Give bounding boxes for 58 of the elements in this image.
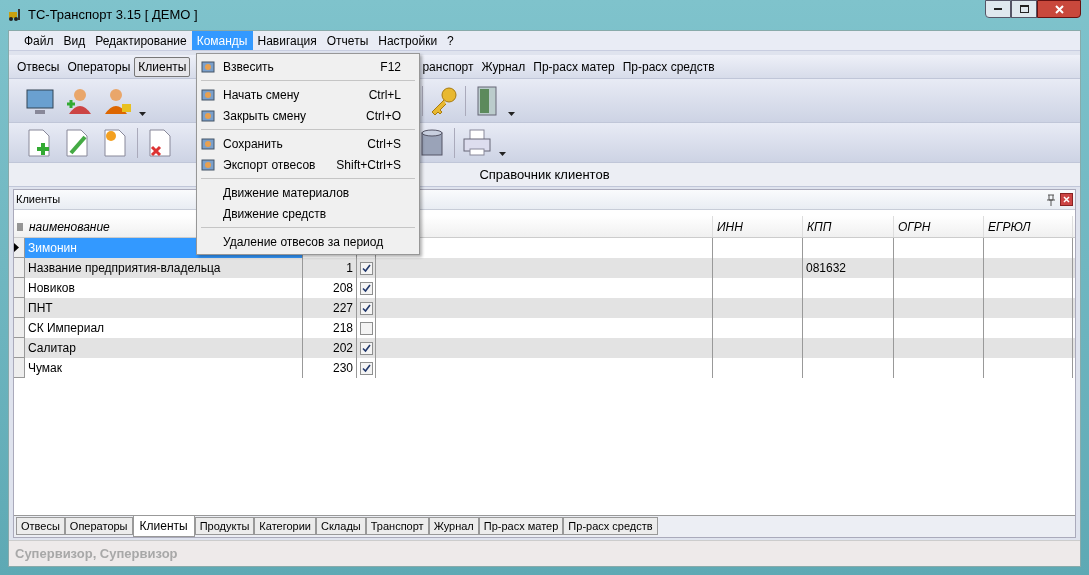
bottom-tab[interactable]: Продукты: [194, 517, 255, 535]
bottom-tab[interactable]: Отвесы: [16, 517, 65, 535]
status-text: Супервизор, Супервизор: [15, 544, 178, 563]
bottom-tab[interactable]: Пр-расх средств: [563, 517, 658, 535]
toolbar-tab[interactable]: Пр-расх матер: [529, 56, 619, 77]
column-header[interactable]: КПП: [803, 216, 894, 237]
menu-item[interactable]: Настройки: [373, 31, 443, 50]
checkbox[interactable]: [359, 321, 373, 335]
bottom-tab[interactable]: Клиенты: [132, 516, 195, 537]
bottom-tab[interactable]: Журнал: [428, 517, 479, 535]
menu-entry[interactable]: Сохранить Ctrl+S: [197, 133, 419, 154]
minimize-button[interactable]: [985, 0, 1011, 18]
menu-item[interactable]: Вид: [58, 31, 91, 50]
checkbox[interactable]: [359, 301, 373, 315]
checkbox[interactable]: [359, 341, 373, 355]
menu-item[interactable]: Файл: [19, 31, 59, 50]
panel-title: Клиенты: [16, 192, 61, 208]
close-icon[interactable]: [1060, 193, 1073, 206]
menu-item[interactable]: Редактирование: [90, 31, 192, 50]
menu-entry[interactable]: Начать смену Ctrl+L: [197, 84, 419, 105]
menu-entry[interactable]: Взвесить F12: [197, 56, 419, 77]
menu-entry[interactable]: Закрыть смену Ctrl+O: [197, 105, 419, 126]
bottom-tab[interactable]: Операторы: [64, 517, 133, 535]
row-header[interactable]: [14, 238, 25, 258]
column-header[interactable]: ОГРН: [894, 216, 984, 237]
toolbar-tab[interactable]: Пр-расх средств: [618, 56, 719, 77]
toolbar-tab[interactable]: Клиенты: [134, 56, 191, 77]
forklift-icon: [8, 8, 22, 22]
toolbar-tab[interactable]: ранспорт: [418, 56, 478, 77]
bottom-tab[interactable]: Транспорт: [365, 517, 429, 535]
table-cell: Чумак: [25, 358, 303, 378]
bottom-tab[interactable]: Пр-расх матер: [478, 517, 564, 535]
close-button[interactable]: [1037, 0, 1081, 18]
maximize-icon: [1019, 5, 1029, 13]
column-header[interactable]: ИНН: [713, 216, 803, 237]
toolbar-tab[interactable]: Журнал: [477, 56, 530, 77]
column-chooser-icon[interactable]: [16, 222, 23, 231]
bottom-tab[interactable]: Склады: [316, 517, 366, 535]
column-header[interactable]: ЕГРЮЛ: [984, 216, 1073, 237]
window-title: ТС-Транспорт 3.15 [ ДЕМО ]: [28, 6, 198, 25]
toolbar-tab[interactable]: Отвесы: [13, 56, 64, 77]
bottom-tab[interactable]: Категории: [254, 517, 316, 535]
maximize-button[interactable]: [1011, 0, 1037, 18]
checkbox[interactable]: [359, 261, 373, 275]
pin-icon[interactable]: [1046, 193, 1056, 206]
table-cell: 230: [303, 358, 357, 378]
minimize-icon: [994, 7, 1002, 11]
dropdown-caret-icon[interactable]: [139, 112, 146, 116]
menu-item[interactable]: Навигация: [252, 31, 322, 50]
toolbar-tab[interactable]: Операторы: [63, 56, 135, 77]
close-icon: [1054, 4, 1064, 14]
printer-icon[interactable]: [461, 126, 493, 159]
checkbox[interactable]: [359, 361, 373, 375]
checkbox[interactable]: [359, 281, 373, 295]
menu-item[interactable]: Отчеты: [321, 31, 374, 50]
menu-item[interactable]: ?: [442, 31, 459, 50]
dropdown-caret-icon[interactable]: [499, 152, 506, 156]
dropdown-caret-icon[interactable]: [508, 112, 515, 116]
